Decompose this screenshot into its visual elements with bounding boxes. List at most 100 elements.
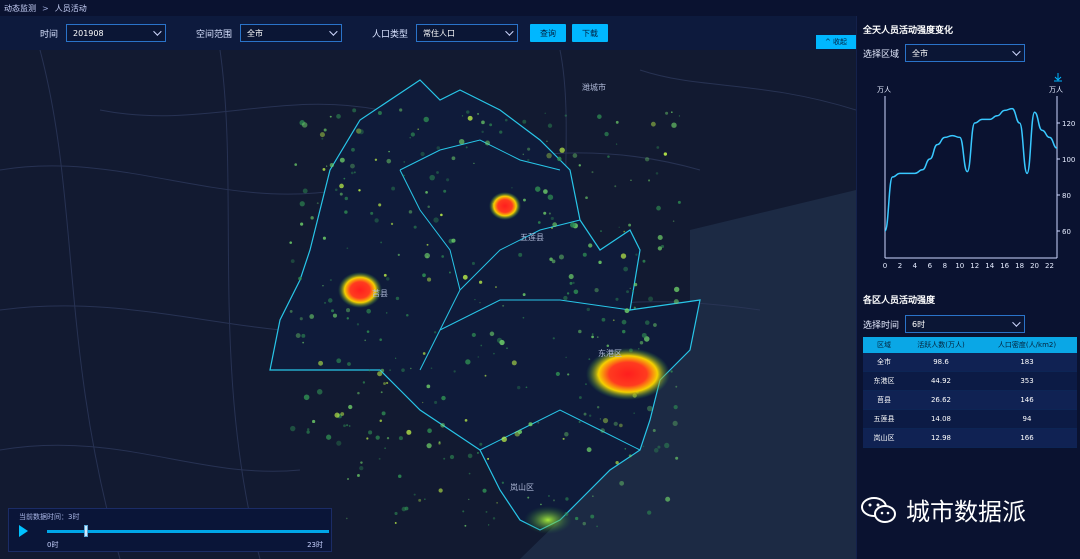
activity-dot — [602, 417, 609, 424]
activity-dot — [663, 152, 668, 156]
activity-dot — [478, 280, 483, 284]
activity-dot — [484, 374, 487, 377]
activity-dot — [479, 442, 483, 446]
activity-dot — [481, 120, 485, 125]
activity-dot — [324, 301, 327, 304]
side-panel: 全天人员活动强度变化 选择区域 全市 万人 万人 0 2 4 6 8 10 12 14 16 18… — [856, 16, 1080, 559]
chevron-down-icon — [505, 27, 514, 36]
timeline-end: 23时 — [307, 541, 323, 549]
activity-dot — [399, 108, 403, 112]
panel1-title: 全天人员活动强度变化 — [863, 26, 954, 36]
activity-dot — [422, 401, 424, 404]
table-cell: 44.92 — [930, 377, 952, 385]
chevron-down-icon — [329, 27, 338, 36]
activity-dot — [522, 316, 525, 319]
activity-dot — [417, 128, 419, 131]
activity-dot — [653, 448, 659, 453]
timeline-track[interactable] — [47, 530, 329, 533]
hour-select[interactable]: 6时 — [905, 315, 1026, 333]
table-row[interactable]: 全市 98.6 183 — [863, 353, 1077, 372]
activity-dot — [394, 522, 397, 524]
activity-dot — [537, 421, 540, 424]
heatmap-map[interactable]: 潍城市 五莲县 莒县 东港区 岚山区 — [0, 50, 856, 559]
table-row[interactable]: 五莲县 14.08 94 — [863, 410, 1077, 429]
activity-dot — [390, 222, 394, 226]
table-cell: 12.98 — [930, 434, 952, 442]
activity-dot — [334, 412, 340, 418]
activity-dot — [347, 478, 349, 480]
breadcrumb: 动态监测 > 人员活动 — [0, 0, 1080, 16]
space-select[interactable]: 全市 — [240, 24, 343, 42]
activity-dot — [303, 394, 310, 401]
activity-dot — [397, 253, 400, 257]
activity-dot — [346, 517, 348, 520]
activity-dot — [329, 278, 332, 282]
region-select[interactable]: 全市 — [905, 44, 1026, 62]
activity-dot — [670, 370, 673, 373]
hotspot-wulian — [489, 192, 521, 220]
activity-dot — [339, 183, 344, 189]
query-button[interactable]: 查询 — [530, 24, 567, 42]
activity-dot — [302, 341, 305, 344]
activity-dot — [586, 307, 590, 312]
timeline-handle[interactable] — [83, 525, 88, 537]
time-select[interactable]: 201908 — [66, 24, 167, 42]
play-icon[interactable] — [19, 525, 28, 537]
hotspot-lanshan — [524, 506, 572, 534]
activity-dot — [537, 221, 541, 224]
activity-dot — [626, 290, 630, 294]
activity-dot — [427, 205, 430, 208]
activity-dot — [348, 404, 353, 410]
activity-dot — [426, 443, 432, 449]
activity-dot — [446, 178, 450, 182]
activity-dot — [420, 151, 425, 157]
activity-dot — [326, 165, 328, 167]
activity-dot — [674, 286, 680, 293]
activity-dot — [613, 421, 618, 426]
map-label-wulian: 五莲县 — [520, 232, 544, 242]
activity-dot — [535, 186, 541, 192]
activity-dot — [615, 143, 618, 145]
activity-dot — [377, 111, 382, 116]
activity-dot — [594, 287, 599, 293]
breadcrumb-root[interactable]: 动态监测 — [4, 3, 36, 14]
activity-dot — [578, 420, 581, 424]
activity-dot — [356, 323, 360, 326]
activity-dot — [299, 201, 305, 207]
table-header: 区域 活跃人数(万人) 人口密度(人/km2) — [863, 337, 1077, 353]
activity-dot — [331, 309, 335, 313]
activity-dot — [612, 319, 615, 322]
activity-dot — [675, 385, 678, 388]
x-tick-label: 0 — [883, 262, 887, 270]
population-select[interactable]: 常住人口 — [416, 24, 519, 42]
table-row[interactable]: 莒县 26.62 146 — [863, 391, 1077, 410]
collapse-button[interactable]: ^ 收起 — [816, 35, 856, 49]
activity-dot — [588, 358, 591, 361]
download-button[interactable]: 下载 — [572, 24, 609, 42]
activity-dot — [664, 442, 670, 449]
activity-dot — [344, 210, 348, 214]
activity-dot — [380, 391, 383, 394]
activity-dot — [343, 424, 346, 428]
activity-dot — [436, 171, 439, 174]
x-tick-label: 20 — [1030, 262, 1039, 270]
activity-dot — [517, 429, 523, 435]
activity-dot — [499, 339, 505, 346]
activity-dot — [558, 254, 565, 260]
activity-dot — [665, 496, 671, 502]
activity-dot — [368, 430, 373, 435]
table-row[interactable]: 东港区 44.92 353 — [863, 372, 1077, 391]
activity-dot — [632, 289, 634, 292]
activity-dot — [322, 285, 324, 287]
activity-dot — [360, 461, 363, 464]
map-canvas: 潍城市 五莲县 莒县 东港区 岚山区 — [0, 50, 856, 559]
table-row[interactable]: 岚山区 12.98 166 — [863, 429, 1077, 448]
activity-dot — [295, 333, 301, 339]
activity-dot — [479, 301, 481, 304]
activity-dot — [425, 190, 428, 194]
table-cell: 98.6 — [933, 358, 949, 366]
activity-dot — [527, 147, 531, 151]
activity-dot — [624, 448, 627, 450]
activity-dot — [374, 158, 378, 162]
activity-dot — [639, 341, 644, 345]
